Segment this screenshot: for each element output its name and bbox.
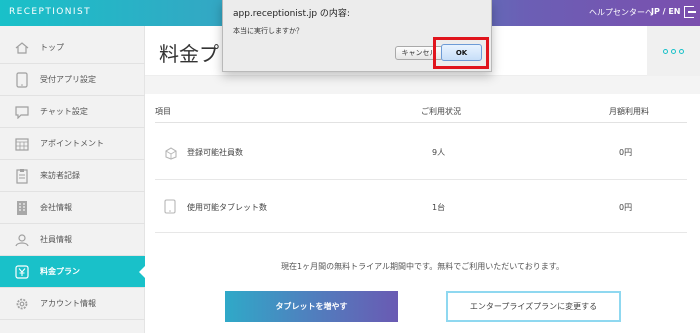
sidebar-item-label: チャット設定 [40,107,88,116]
column-header-fee: 月額利用料 [609,107,649,116]
yen-icon [14,264,30,280]
tablet-icon [164,199,176,218]
content-gap [145,76,700,94]
sidebar-item-pricing-plan[interactable]: 料金プラン [0,256,146,288]
clipboard-icon [14,168,30,184]
sidebar-item-top[interactable]: トップ [0,32,145,64]
row-divider [155,179,687,180]
ok-button[interactable]: OK [441,44,482,61]
change-plan-button[interactable]: エンタープライズプランに変更する [446,291,621,322]
sidebar-item-label: 料金プラン [40,267,80,276]
help-center-link[interactable]: ヘルプセンターへ [589,7,653,18]
sidebar-item-label: トップ [40,43,64,52]
sidebar-item-chat-settings[interactable]: チャット設定 [0,96,145,128]
column-header-usage: ご利用状況 [421,107,461,116]
sidebar-item-label: アポイントメント [40,139,104,148]
sidebar-item-account-info[interactable]: アカウント情報 [0,288,145,320]
sidebar-item-label: 来訪者記録 [40,171,80,180]
sidebar-item-label: 社員情報 [40,235,72,244]
logout-icon[interactable] [684,6,696,18]
sidebar-item-employee-info[interactable]: 社員情報 [0,224,145,256]
add-tablet-button[interactable]: タブレットを増やす [225,291,398,322]
sidebar: トップ 受付アプリ設定 チャット設定 アポイントメント 来訪者記録 会社情報 社… [0,26,146,333]
tablet-icon [14,71,30,88]
page-title: 料金プ [159,42,219,66]
more-options-button[interactable] [647,26,700,76]
sidebar-item-reception-app-settings[interactable]: 受付アプリ設定 [0,64,145,96]
table-row-fee: 0円 [619,203,633,212]
sidebar-item-label: 受付アプリ設定 [40,75,96,84]
dialog-message: 本当に実行しますか？ [233,27,303,35]
sidebar-item-appointments[interactable]: アポイントメント [0,128,145,160]
table-row-usage: 1台 [432,203,446,212]
sidebar-item-visitor-log[interactable]: 来訪者記録 [0,160,145,192]
sidebar-item-company-info[interactable]: 会社情報 [0,192,145,224]
sidebar-item-label: 会社情報 [40,203,72,212]
people-icon [164,145,178,164]
table-row-label: 使用可能タブレット数 [187,203,267,212]
dot-icon [679,48,684,54]
dot-icon [671,48,676,54]
table-row-fee: 0円 [619,148,633,157]
calendar-icon [14,136,30,152]
chat-icon [14,104,30,120]
table-row-label: 登録可能社員数 [187,148,243,157]
brand-logo[interactable]: RECEPTIONIST [9,7,91,17]
gear-icon [14,296,30,312]
row-divider [155,232,687,233]
dialog-title: app.receptionist.jp の内容: [233,9,350,19]
sidebar-item-label: アカウント情報 [40,299,96,308]
home-icon [14,40,30,56]
header-divider [155,122,687,123]
trial-notice: 現在1ヶ月間の無料トライアル期間中です。無料でご利用いただいております。 [281,262,564,271]
table-row-usage: 9人 [432,148,446,157]
employee-icon [14,232,30,248]
language-switch[interactable]: JP / EN [651,7,681,16]
column-header-item: 項目 [155,107,171,116]
building-icon [14,200,30,216]
dot-icon [663,48,668,54]
